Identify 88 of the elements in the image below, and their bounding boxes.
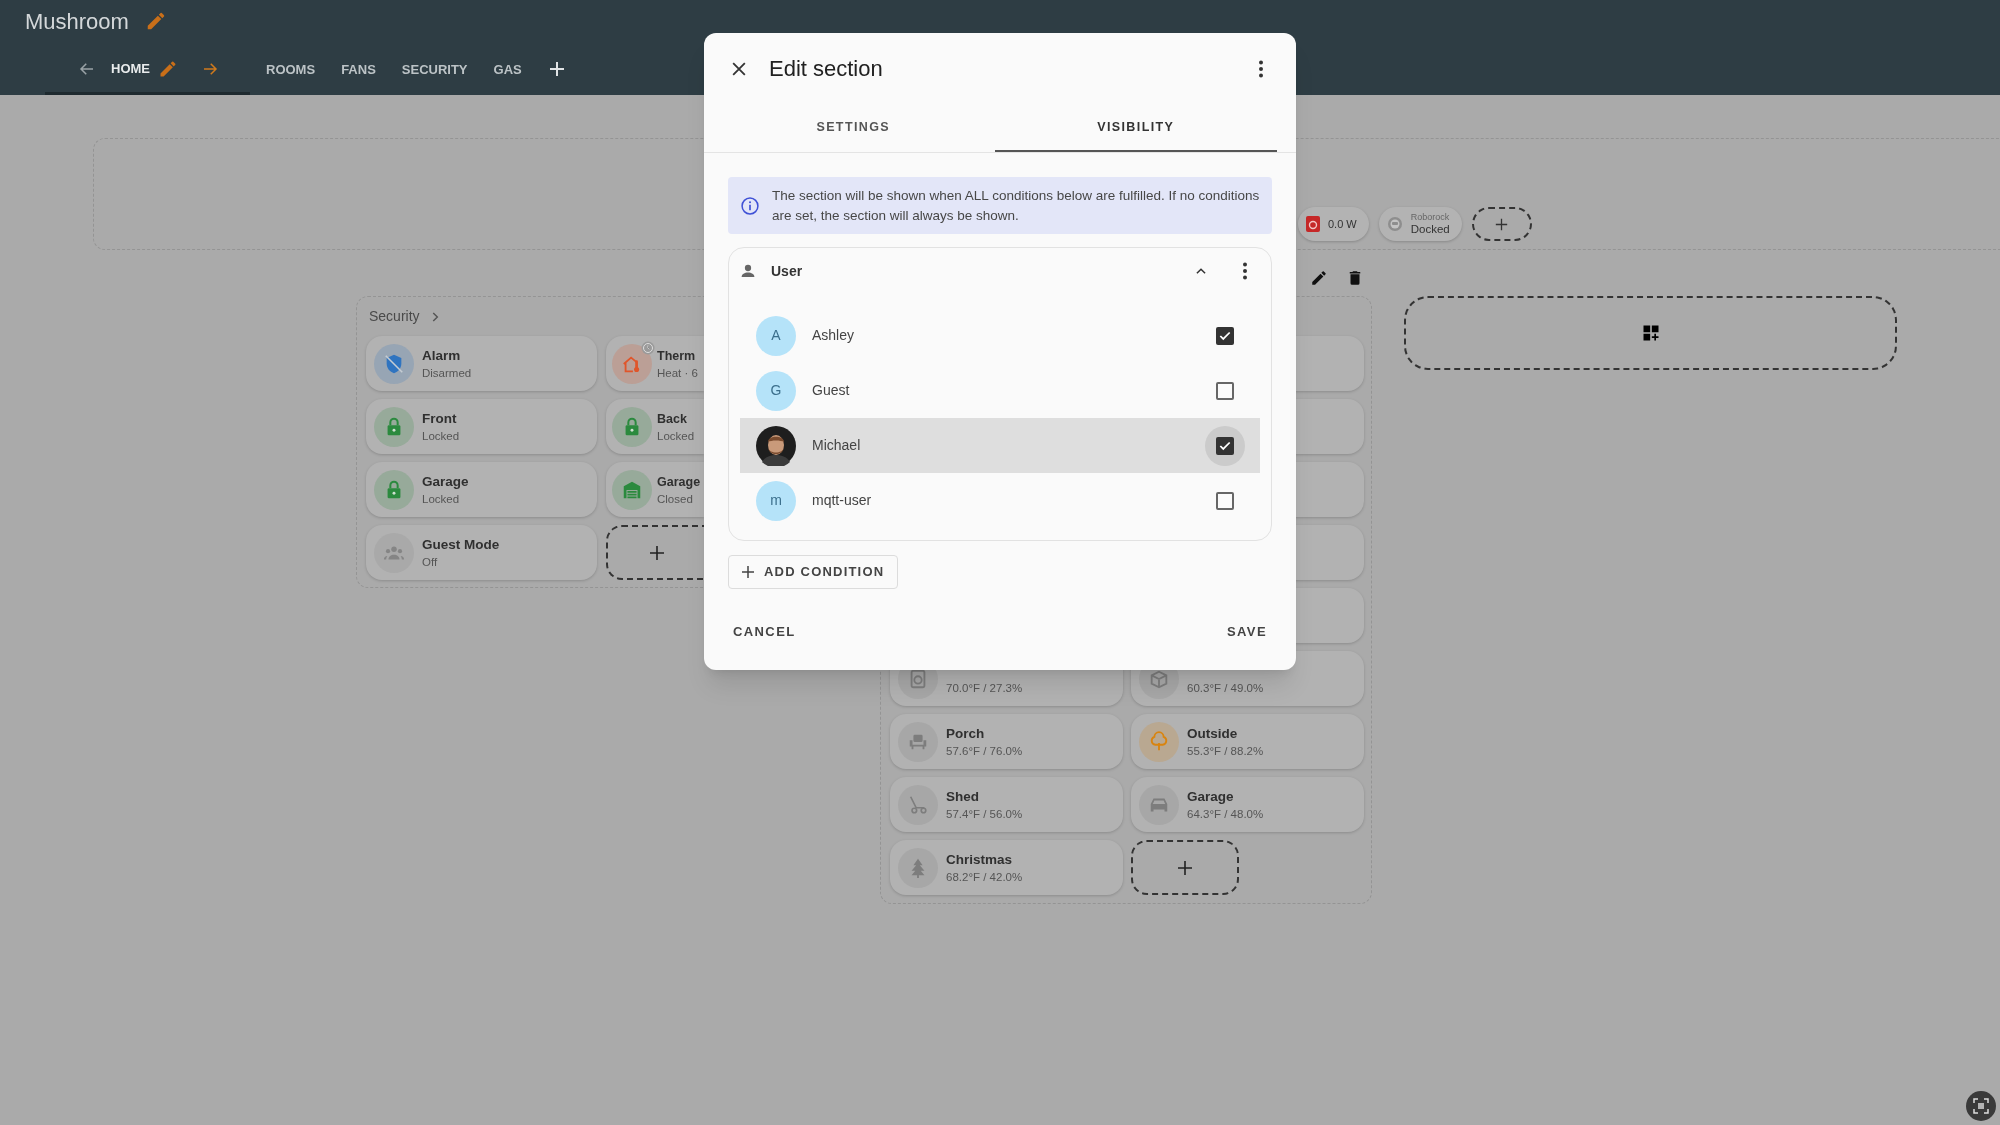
user-row[interactable]: G Guest	[740, 363, 1260, 418]
entity-card[interactable]: Front Locked	[366, 399, 597, 454]
card-name: Back	[657, 410, 688, 428]
entity-card[interactable]: Outside 55.3°F / 88.2%	[1131, 714, 1364, 769]
view-tab[interactable]: ROOMS	[253, 42, 329, 95]
user-row[interactable]: Michael	[740, 418, 1260, 473]
user-name: Michael	[812, 436, 861, 455]
plus-icon	[1495, 217, 1509, 231]
entity-card[interactable]: Christmas 68.2°F / 42.0%	[890, 840, 1123, 895]
info-text: The section will be shown when ALL conditions below are fulfilled. If no conditions are set, the section will always be shown.	[772, 186, 1260, 225]
card-state: 57.6°F / 76.0%	[946, 743, 1023, 759]
plus-icon	[1177, 859, 1193, 876]
card-name: Garage	[422, 472, 469, 491]
view-tab[interactable]: FANS	[328, 42, 389, 95]
entity-card[interactable]: Alarm Disarmed	[366, 336, 597, 391]
checkbox[interactable]	[1216, 491, 1234, 510]
card-name: Guest Mode	[422, 535, 500, 554]
checkbox[interactable]	[1216, 381, 1234, 400]
plus-icon	[548, 60, 565, 77]
dialog-tab[interactable]: SETTINGS	[712, 104, 995, 152]
card-state: Off	[422, 554, 439, 570]
entity-card[interactable]: Porch 57.6°F / 76.0%	[890, 714, 1123, 769]
card-state: Closed	[657, 491, 694, 507]
card-state: Heat · 6	[657, 365, 698, 381]
user-avatar	[756, 425, 796, 466]
card-state: 68.2°F / 42.0%	[946, 869, 1023, 885]
dialog-tab[interactable]: VISIBILITY	[994, 104, 1277, 152]
card-name: Garage	[657, 473, 701, 491]
card-state: 55.3°F / 88.2%	[1187, 743, 1264, 759]
card-name: Christmas	[946, 850, 1014, 869]
floating-button[interactable]	[1966, 1091, 1996, 1121]
add-condition-button[interactable]: ADD CONDITION	[728, 555, 899, 589]
user-row[interactable]: A Ashley	[740, 308, 1260, 363]
card-state: Disarmed	[422, 365, 472, 381]
card-state: 70.0°F / 27.3%	[946, 680, 1023, 696]
plus-icon	[742, 566, 754, 578]
checkbox[interactable]	[1216, 436, 1234, 455]
card-state: 64.3°F / 48.0%	[1187, 806, 1264, 822]
entity-card[interactable]: Garage 64.3°F / 48.0%	[1131, 777, 1364, 832]
user-row[interactable]: m mqtt-user	[740, 473, 1260, 528]
card-name: Outside	[1187, 724, 1239, 743]
entity-badge[interactable]: Roborock Docked	[1378, 207, 1462, 241]
entity-card[interactable]: Guest Mode Off	[366, 525, 597, 580]
user-avatar: A	[756, 315, 796, 356]
dialog-title: Edit section	[769, 55, 883, 83]
pencil-icon[interactable]	[1310, 269, 1328, 287]
plus-icon	[649, 544, 665, 561]
card-state: 57.4°F / 56.0%	[946, 806, 1023, 822]
entity-card[interactable]: Garage Closed	[606, 462, 704, 517]
card-name: Shed	[946, 787, 980, 806]
save-button[interactable]: SAVE	[1222, 618, 1271, 646]
view-tab[interactable]: HOME	[45, 42, 250, 95]
info-icon	[740, 195, 760, 216]
card-name: Front	[422, 409, 458, 428]
condition-title: User	[771, 261, 803, 281]
person-icon	[739, 262, 757, 280]
card-name: Porch	[946, 724, 986, 743]
card-name: Garage	[1187, 787, 1235, 806]
cancel-button[interactable]: CANCEL	[729, 618, 800, 646]
user-name: Guest	[812, 381, 850, 400]
card-name: Alarm	[422, 346, 462, 365]
more-icon	[1258, 59, 1264, 78]
card-name: Therm	[657, 347, 697, 365]
entity-card[interactable]: Garage Locked	[366, 462, 597, 517]
scan-icon	[1973, 1098, 1989, 1114]
card-state: 60.3°F / 49.0%	[1187, 680, 1264, 696]
add-section-button[interactable]	[1404, 296, 1897, 370]
entity-card[interactable]: Back Locked	[606, 399, 704, 454]
more-icon	[1242, 262, 1248, 280]
clock-badge-icon	[641, 340, 655, 355]
add-badge-button[interactable]	[1471, 207, 1532, 241]
card-state: Locked	[422, 428, 460, 444]
user-avatar: m	[756, 480, 796, 521]
entity-card[interactable]: Shed 57.4°F / 56.0%	[890, 777, 1123, 832]
section-title[interactable]: Security	[369, 306, 420, 327]
view-tab[interactable]: GAS	[480, 42, 535, 95]
tab-label[interactable]: HOME	[111, 58, 150, 79]
add-card-button[interactable]	[1131, 840, 1239, 895]
user-name: Ashley	[812, 326, 855, 345]
card-state: Locked	[657, 428, 695, 444]
view-tab[interactable]: SECURITY	[388, 42, 481, 95]
user-avatar: G	[756, 370, 796, 411]
entity-card[interactable]: Therm Heat · 6	[606, 336, 704, 391]
checkbox[interactable]	[1216, 326, 1234, 345]
card-state: Locked	[422, 491, 461, 507]
entity-badge[interactable]: 0.0 W	[1298, 207, 1369, 241]
dashboard-title: Mushroom	[25, 7, 129, 36]
user-name: mqtt-user	[812, 491, 872, 510]
